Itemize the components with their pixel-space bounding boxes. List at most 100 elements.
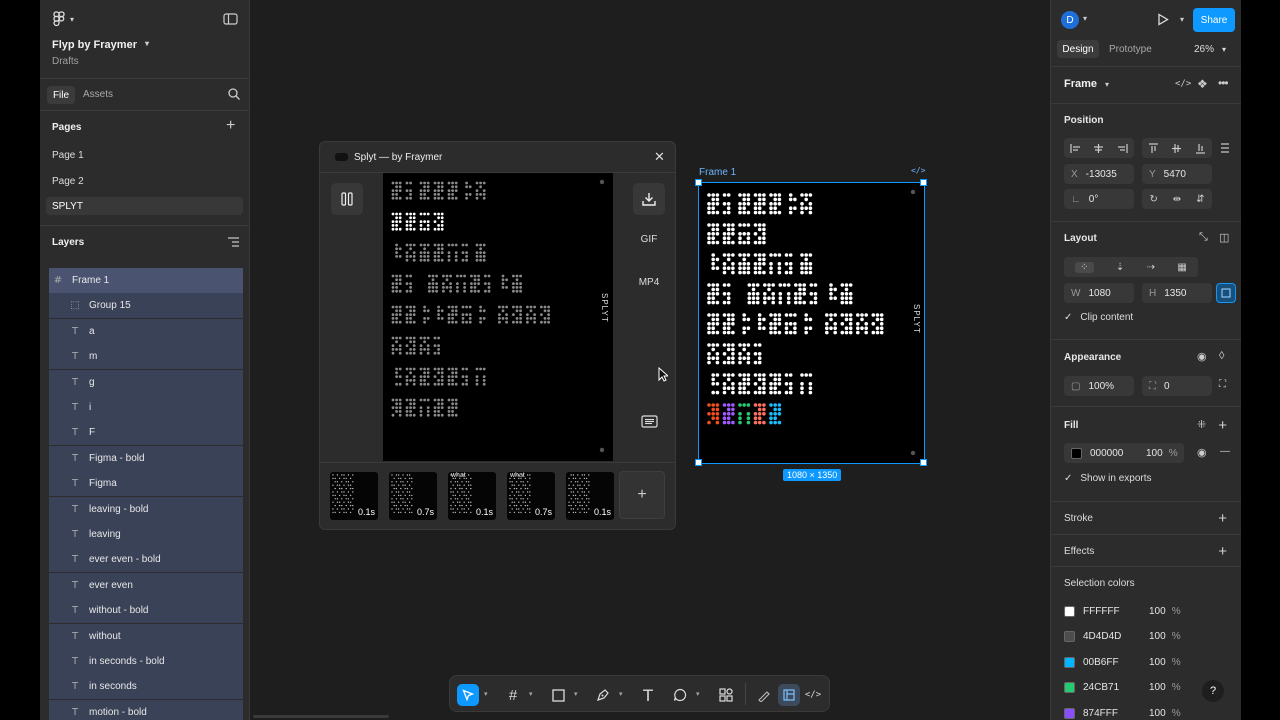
close-icon[interactable]: ✕ xyxy=(654,149,665,165)
timeline-frame[interactable]: what 0.7s xyxy=(507,472,555,520)
layer-row[interactable]: Tmotion - bold xyxy=(49,699,243,720)
resize-to-fit-button[interactable] xyxy=(1216,283,1236,303)
sidebar-toggle-icon[interactable] xyxy=(223,13,238,25)
chevron-down-icon[interactable]: ▾ xyxy=(1180,15,1184,24)
chevron-down-icon[interactable]: ▾ xyxy=(484,690,488,698)
selection-color-row[interactable]: 24CB71 100% xyxy=(1064,678,1224,698)
move-tool-button[interactable] xyxy=(457,684,479,706)
selection-color-row[interactable]: FFFFFF 100% xyxy=(1064,601,1224,621)
selection-color-row[interactable]: 4D4D4D 100% xyxy=(1064,627,1224,647)
resize-handle[interactable] xyxy=(920,459,927,466)
page-item[interactable]: Page 1 xyxy=(52,150,84,161)
tab-prototype[interactable]: Prototype xyxy=(1109,44,1152,55)
layer-row[interactable]: Tin seconds xyxy=(49,674,243,700)
x-field[interactable]: X -13035 xyxy=(1064,164,1134,184)
visibility-eye-icon[interactable]: ◉ xyxy=(1197,446,1207,459)
text-tool-icon[interactable]: T xyxy=(637,684,659,706)
file-title[interactable]: Flyp by Fraymer ▾ xyxy=(52,39,149,51)
timeline-frame[interactable]: what 0.1s xyxy=(448,472,496,520)
color-swatch[interactable] xyxy=(1064,631,1075,642)
tab-assets[interactable]: Assets xyxy=(83,89,113,100)
chevron-down-icon[interactable]: ▾ xyxy=(574,690,578,698)
layer-row[interactable]: Tleaving - bold xyxy=(49,496,243,522)
chevron-down-icon[interactable]: ▾ xyxy=(619,690,623,698)
export-mp4-button[interactable]: MP4 xyxy=(633,277,665,288)
add-page-icon[interactable]: + xyxy=(226,117,235,135)
layer-row[interactable]: Ta xyxy=(49,318,243,344)
rotate-icon[interactable]: ↻ xyxy=(1149,194,1157,205)
layer-row[interactable]: Tg xyxy=(49,369,243,395)
layer-row[interactable]: Twithout - bold xyxy=(49,598,243,624)
download-button[interactable] xyxy=(633,183,665,215)
rectangle-tool-icon[interactable] xyxy=(547,684,569,706)
page-item-selected[interactable]: SPLYT xyxy=(46,197,243,215)
corner-radius-field[interactable]: ⛶ 0 xyxy=(1142,376,1212,396)
distribute-icon[interactable] xyxy=(1220,143,1230,153)
visibility-eye-icon[interactable]: ◉ xyxy=(1197,350,1207,363)
layer-row[interactable]: Twithout xyxy=(49,623,243,649)
layer-row[interactable]: Tm xyxy=(49,344,243,370)
color-swatch[interactable] xyxy=(1064,682,1075,693)
color-swatch[interactable] xyxy=(1064,656,1075,668)
color-swatch[interactable] xyxy=(1064,605,1075,617)
dev-mode-icon[interactable]: </> xyxy=(802,684,824,706)
layer-row[interactable]: Ti xyxy=(49,395,243,420)
resize-handle[interactable] xyxy=(695,179,702,186)
code-icon[interactable]: </> xyxy=(1175,79,1191,89)
chevron-down-icon[interactable]: ▾ xyxy=(529,690,533,698)
grid-layout-icon[interactable]: ▦ xyxy=(1177,262,1186,273)
add-frame-button[interactable]: + xyxy=(619,471,665,519)
horizontal-scrollbar[interactable] xyxy=(253,715,389,718)
opacity-field[interactable]: ▢ 100% xyxy=(1064,376,1134,396)
tab-design[interactable]: Design xyxy=(1057,40,1099,58)
component-icon[interactable]: ❖ xyxy=(1197,77,1208,91)
code-icon[interactable]: </> xyxy=(911,166,925,175)
subtitles-icon[interactable] xyxy=(641,415,658,428)
layer-row[interactable]: TF xyxy=(49,420,243,446)
draw-mode-icon[interactable] xyxy=(753,684,775,706)
frame-1[interactable]: SPLYT xyxy=(695,179,927,466)
align-middle-icon[interactable] xyxy=(1172,143,1182,154)
blend-mode-icon[interactable]: ◊ xyxy=(1219,350,1224,362)
layer-row[interactable]: Tin seconds - bold xyxy=(49,649,243,674)
fill-color-field[interactable]: 000000 100 % xyxy=(1064,443,1184,463)
height-field[interactable]: H 1350 xyxy=(1142,283,1212,303)
rotation-field[interactable]: ∟ 0° xyxy=(1064,189,1134,209)
help-button[interactable]: ? xyxy=(1202,680,1224,702)
freeform-icon[interactable]: ⁘ xyxy=(1075,261,1094,273)
independent-corners-icon[interactable]: ⛶ xyxy=(1219,379,1226,390)
file-location[interactable]: Drafts xyxy=(52,56,79,67)
horizontal-layout-icon[interactable]: ⇢ xyxy=(1147,262,1155,273)
chevron-down-icon[interactable]: ▾ xyxy=(1083,14,1087,23)
search-icon[interactable] xyxy=(228,88,240,100)
auto-layout-icon[interactable]: ◫ xyxy=(1219,231,1229,244)
layer-row-selected[interactable]: # Frame 1 xyxy=(49,268,243,293)
flip-horizontal-icon[interactable]: ⇹ xyxy=(1173,194,1181,205)
layers-collapse-icon[interactable] xyxy=(228,237,239,247)
layer-row[interactable]: T Figma - bold xyxy=(49,445,243,471)
layer-row[interactable]: T Figma xyxy=(49,471,243,497)
vertical-layout-icon[interactable]: ⇣ xyxy=(1116,262,1124,273)
actions-tool-icon[interactable] xyxy=(715,684,737,706)
pen-tool-icon[interactable] xyxy=(592,684,614,706)
selection-type[interactable]: Frame ▾ xyxy=(1064,78,1109,90)
flip-vertical-icon[interactable]: ⇵ xyxy=(1196,194,1204,205)
align-right-icon[interactable] xyxy=(1117,143,1128,153)
align-top-icon[interactable] xyxy=(1149,142,1159,154)
layer-row[interactable]: Tever even xyxy=(49,572,243,598)
frame-label[interactable]: Frame 1 xyxy=(699,167,736,178)
styles-grid-icon[interactable]: ⁜ xyxy=(1197,418,1206,431)
resize-handle[interactable] xyxy=(695,459,702,466)
share-button[interactable]: Share xyxy=(1193,8,1235,32)
align-left-icon[interactable] xyxy=(1070,143,1081,153)
export-gif-button[interactable]: GIF xyxy=(633,234,665,245)
add-stroke-icon[interactable]: + xyxy=(1218,511,1227,526)
add-effect-icon[interactable]: + xyxy=(1218,544,1227,559)
pause-button[interactable] xyxy=(331,183,363,215)
zoom-level[interactable]: 26% ▾ xyxy=(1194,44,1226,55)
design-mode-icon[interactable] xyxy=(778,684,800,706)
main-menu-button[interactable]: ▾ xyxy=(52,11,74,27)
timeline-frame[interactable]: 0.7s xyxy=(389,472,437,520)
present-play-icon[interactable] xyxy=(1157,13,1169,26)
comment-tool-icon[interactable] xyxy=(669,684,691,706)
